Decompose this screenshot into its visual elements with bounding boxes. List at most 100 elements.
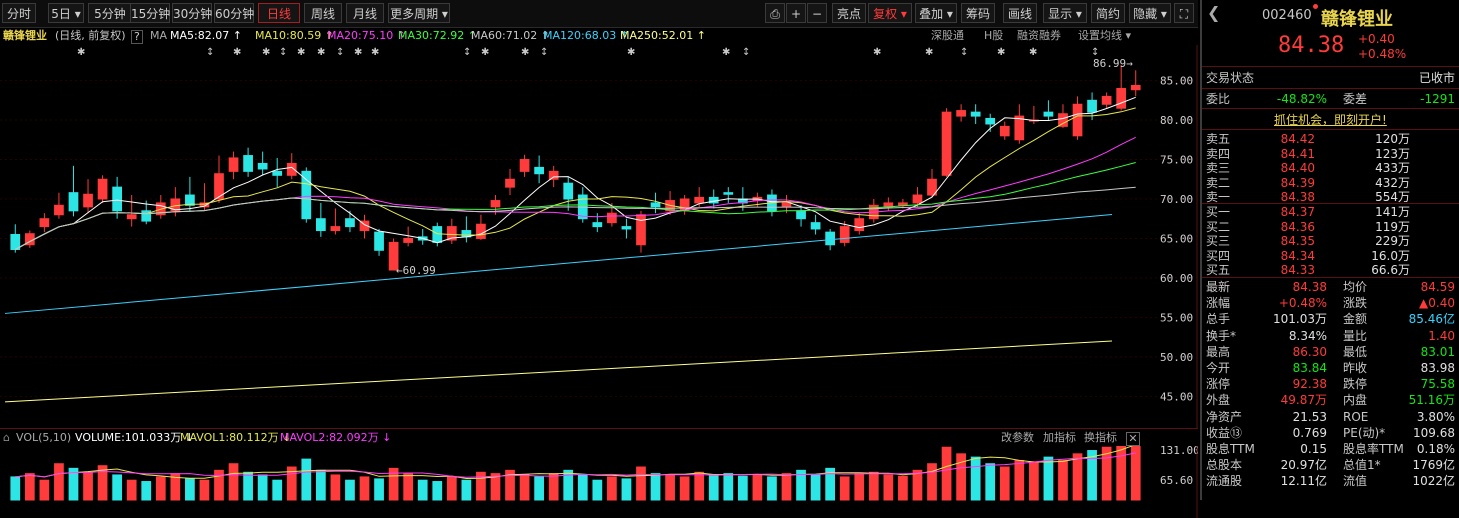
candle-body [112,186,123,212]
overlay-button[interactable]: 叠加 ▾ [915,3,957,23]
zoom-in-icon[interactable]: + [786,3,806,23]
candle-body [723,192,734,195]
ask-row[interactable]: 卖四 84.41 123万 [1206,146,1455,162]
link-shengutong[interactable]: 深股通 [931,27,964,45]
draw-button[interactable]: 画线 [1003,3,1037,23]
ask-label: 卖二 [1206,175,1231,190]
add-indicator-link[interactable]: 加指标 [1043,429,1076,447]
stat-label: 量比 [1343,328,1368,343]
bid-row[interactable]: 买五 84.33 66.6万 [1206,262,1455,278]
ask-price: 84.42 [1280,132,1315,146]
open-account-link[interactable]: 抓住机会，即刻开户! [1274,111,1387,128]
stats-row: 换手* 8.34% 量比 1.40 [1206,328,1455,344]
volume-bar [24,473,35,501]
tab-weekly[interactable]: 周线 [304,3,342,23]
event-marker-icon: ✱ [1029,47,1037,58]
tab-60min[interactable]: 60分钟 [214,3,254,23]
fullscreen-icon[interactable]: ⛶ [1174,3,1194,23]
hide-button[interactable]: 隐藏 ▾ [1129,3,1171,23]
zoom-out-icon[interactable]: − [807,3,827,23]
volume-bar [155,476,166,501]
change-params-link[interactable]: 改参数 [1001,429,1034,447]
ask-volume: 433万 [1375,161,1410,176]
mavol1-value: MAVOL1:80.112万 ↓ [180,431,292,444]
stats-row: 股息TTM 0.15 股息率TTM 0.18% [1206,441,1455,457]
tab-fenshi[interactable]: 分时 [2,3,36,23]
volume-chart[interactable]: 131.00 65.60 [0,446,1198,518]
candle-body [1087,99,1097,113]
high-annotation: 86.99→ [1093,57,1133,70]
volume-bar [839,476,850,501]
vol-y-tick-label: 131.00 [1160,446,1198,457]
tab-5day[interactable]: 5日 ▾ [48,3,84,23]
bid-volume: 229万 [1375,234,1410,249]
ask-price: 84.39 [1280,175,1315,190]
volume-bar [1116,446,1127,501]
stats-row: 涨幅 +0.48% 涨跌 ▲0.40 [1206,295,1455,311]
close-icon[interactable]: ✕ [1126,432,1140,446]
ma20-text: MA20:75.10 [327,29,394,42]
bid-row[interactable]: 买三 84.35 229万 [1206,233,1455,249]
ask-label: 卖四 [1206,146,1231,161]
ask-row[interactable]: 卖三 84.40 433万 [1206,160,1455,176]
price-change: +0.40 [1358,32,1395,46]
volume-bar [54,463,64,501]
stock-name: 赣锋锂业 [1321,9,1393,30]
tab-monthly[interactable]: 月线 [346,3,384,23]
bid-label: 买五 [1206,263,1231,278]
settings-ma-link[interactable]: 设置均线 ▾ [1078,27,1131,45]
stat-label: 流通股 [1206,474,1243,489]
candle-body [534,166,544,175]
collapse-icon[interactable]: ❮ [1207,5,1220,21]
link-h-share[interactable]: H股 [984,27,1003,45]
highlight-button[interactable]: 亮点 [832,3,866,23]
stat-label: 涨幅 [1206,296,1231,311]
volume-bar [927,463,937,501]
ma60-line [15,186,1136,250]
tab-more-periods[interactable]: 更多周期 ▾ [388,3,450,23]
low-annotation: ←60.99 [396,264,436,277]
candle-body [796,210,806,220]
candle-body [272,170,283,176]
simple-button[interactable]: 简约 [1091,3,1125,23]
tab-30min[interactable]: 30分钟 [172,3,212,23]
volume-value: VOLUME:101.033万 ↓ [75,431,194,444]
stat-label: 金额 [1343,312,1368,327]
event-marker-icon: ✱ [354,47,362,58]
ma120-text: MA120:68.03 [543,29,617,42]
bid-volume: 66.6万 [1371,263,1410,278]
lock-icon[interactable]: ⎙ [765,3,785,23]
event-marker-icon: ↕ [206,47,214,58]
ma30-line [15,162,1136,250]
bid-label: 买三 [1206,234,1231,249]
chips-button[interactable]: 筹码 [961,3,995,23]
ask-row[interactable]: 卖二 84.39 432万 [1206,175,1455,191]
volume-bar [141,481,152,501]
tab-5min[interactable]: 5分钟 [88,3,132,23]
volume-bar [1029,461,1039,501]
stat-value: 51.16万 [1408,393,1455,408]
stat-label: 最低 [1343,344,1368,359]
candlestick-chart[interactable]: 85.00 80.00 75.00 70.00 65.00 60.00 55.00 50.00… [0,45,1198,428]
stats-row: 收益⑬ 0.769 PE(动)* 109.68 [1206,425,1455,441]
candle-body [10,234,21,250]
tab-daily[interactable]: 日线 [258,3,300,23]
ask-row[interactable]: 卖五 84.42 120万 [1206,131,1455,147]
y-tick-label: 85.00 [1160,75,1193,88]
bid-row[interactable]: 买二 84.36 119万 [1206,219,1455,235]
display-button[interactable]: 显示 ▾ [1043,3,1087,23]
candle-body [54,204,64,216]
bid-price: 84.36 [1280,219,1315,234]
help-icon[interactable]: ? [131,30,143,44]
tab-15min[interactable]: 15分钟 [130,3,170,23]
candle-body [476,223,486,239]
stat-label: 股息率TTM [1343,442,1404,456]
bid-row[interactable]: 买一 84.37 141万 [1206,204,1455,220]
restore-rights-button[interactable]: 复权 ▾ [868,3,912,23]
bid-row[interactable]: 买四 84.34 16.0万 [1206,248,1455,264]
stat-value: 0.15 [1300,442,1327,456]
link-margin[interactable]: 融资融券 [1017,27,1061,45]
event-marker-icon: ✱ [521,47,529,58]
ask-row[interactable]: 卖一 84.38 554万 [1206,189,1455,205]
switch-indicator-link[interactable]: 换指标 [1084,429,1117,447]
